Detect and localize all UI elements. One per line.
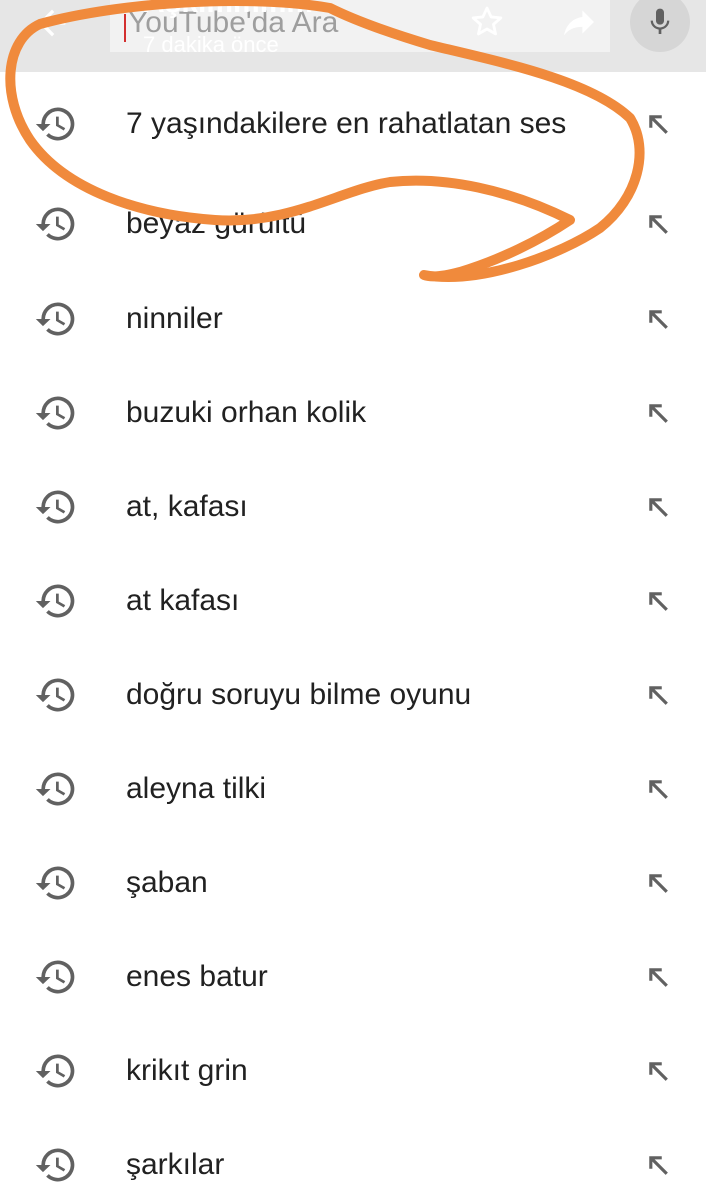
history-clock-icon (35, 107, 75, 141)
history-query: ninniler (126, 302, 223, 335)
history-clock-icon (35, 1148, 75, 1182)
insert-query-button[interactable] (636, 102, 680, 146)
history-clock-icon (35, 1054, 75, 1088)
arrow-up-left-icon (649, 874, 668, 893)
history-query: enes batur (126, 960, 268, 993)
history-query: şarkılar (126, 1148, 225, 1181)
history-item[interactable]: 7 yaşındakilere en rahatlatan ses (0, 72, 706, 176)
text-cursor (124, 14, 126, 42)
share-forward-icon (564, 10, 594, 36)
history-query: krikıt grin (126, 1054, 248, 1087)
insert-query-button[interactable] (636, 1143, 680, 1187)
shared-time: 7 dakika önce (143, 32, 279, 57)
arrow-up-left-icon (649, 1156, 668, 1175)
history-query: beyaz gürültü (126, 207, 307, 240)
voice-search-button[interactable] (630, 0, 690, 52)
insert-query-button[interactable] (636, 1049, 680, 1093)
history-query: doğru soruyu bilme oyunu (126, 678, 472, 711)
insert-query-button[interactable] (636, 955, 680, 999)
history-item[interactable]: krikıt grin (0, 1024, 706, 1118)
arrow-up-left-icon (649, 1062, 668, 1081)
history-clock-icon (35, 302, 75, 336)
insert-query-button[interactable] (636, 861, 680, 905)
history-query: 7 yaşındakilere en rahatlatan ses (126, 107, 567, 140)
arrow-up-left-icon (649, 780, 668, 799)
star-outline-icon (471, 6, 503, 36)
history-query: şaban (126, 866, 208, 899)
history-item[interactable]: ninniler (0, 272, 706, 366)
arrow-up-left-icon (649, 968, 668, 987)
arrow-up-left-icon (649, 115, 668, 134)
history-clock-icon (35, 866, 75, 900)
history-query: aleyna tilki (126, 772, 267, 805)
insert-query-button[interactable] (636, 297, 680, 341)
arrow-left-icon (38, 9, 66, 37)
star-button[interactable] (462, 0, 512, 44)
shared-by-name: Aşkımmmm (143, 0, 314, 19)
insert-query-button[interactable] (636, 202, 680, 246)
arrow-up-left-icon (649, 592, 668, 611)
history-query: buzuki orhan kolik (126, 396, 367, 429)
history-item[interactable]: enes batur (0, 930, 706, 1024)
history-item[interactable]: aleyna tilki (0, 742, 706, 836)
insert-query-button[interactable] (636, 673, 680, 717)
history-item[interactable]: şaban (0, 836, 706, 930)
history-clock-icon (35, 960, 75, 994)
history-clock-icon (35, 584, 75, 618)
insert-query-button[interactable] (636, 391, 680, 435)
history-item[interactable]: at, kafası (0, 460, 706, 554)
arrow-up-left-icon (649, 404, 668, 423)
history-clock-icon (35, 772, 75, 806)
insert-query-button[interactable] (636, 579, 680, 623)
history-query: at kafası (126, 584, 240, 617)
history-clock-icon (35, 396, 75, 430)
history-item[interactable]: doğru soruyu bilme oyunu (0, 648, 706, 742)
forward-button[interactable] (554, 0, 604, 44)
arrow-up-left-icon (649, 215, 668, 234)
microphone-icon (650, 8, 670, 34)
search-history-list: 7 yaşındakilere en rahatlatan ses beyaz … (0, 72, 706, 1200)
search-toolbar: YouTube'da Ara Aşkımmmm 7 dakika önce (0, 0, 706, 72)
back-button[interactable] (22, 0, 82, 46)
history-query: at, kafası (126, 490, 248, 523)
history-item[interactable]: at kafası (0, 554, 706, 648)
arrow-up-left-icon (649, 686, 668, 705)
history-clock-icon (35, 490, 75, 524)
history-item[interactable]: buzuki orhan kolik (0, 366, 706, 460)
history-clock-icon (35, 678, 75, 712)
arrow-up-left-icon (649, 498, 668, 517)
insert-query-button[interactable] (636, 767, 680, 811)
youtube-search-screen: YouTube'da Ara Aşkımmmm 7 dakika önce 7 … (0, 0, 706, 1200)
arrow-up-left-icon (649, 310, 668, 329)
history-clock-icon (35, 207, 75, 241)
history-item[interactable]: beyaz gürültü (0, 176, 706, 272)
insert-query-button[interactable] (636, 485, 680, 529)
history-item[interactable]: şarkılar (0, 1118, 706, 1200)
